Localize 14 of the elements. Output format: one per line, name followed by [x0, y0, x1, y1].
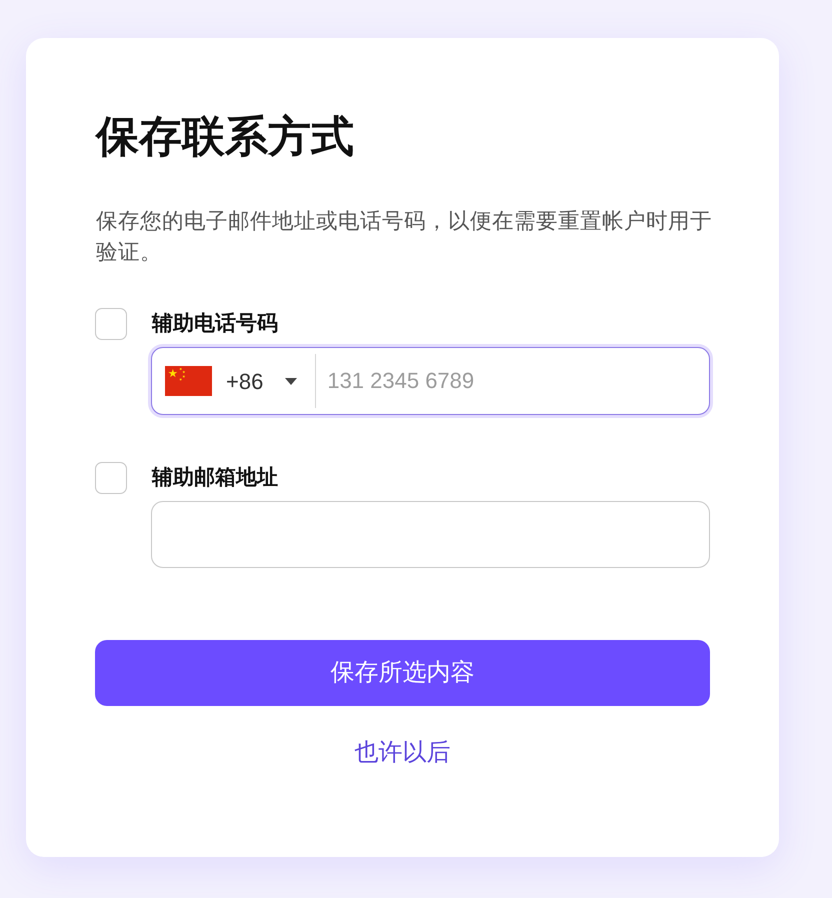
checkbox[interactable] [95, 462, 127, 494]
phone-number-input[interactable]: 131 2345 6789 [316, 348, 709, 414]
caret-icon [285, 378, 298, 384]
checkbox[interactable] [95, 308, 127, 340]
field-label: 辅助电话号码 [152, 311, 278, 337]
email-input[interactable] [151, 501, 710, 568]
dialog-description: 保存您的电子邮件地址或电话号码，以便在需要重置帐户时用于验证。 [96, 208, 713, 266]
country-code-dropdown[interactable]: +86 [165, 348, 316, 414]
later-link[interactable]: 也许以后 [354, 737, 450, 769]
flag-icon [165, 366, 212, 396]
save-button[interactable]: 保存所选内容 [95, 640, 710, 706]
phone-field[interactable]: +86 131 2345 6789 [151, 347, 710, 415]
dialog-title: 保存联系方式 [96, 112, 354, 162]
field-label: 辅助邮箱地址 [152, 465, 278, 491]
